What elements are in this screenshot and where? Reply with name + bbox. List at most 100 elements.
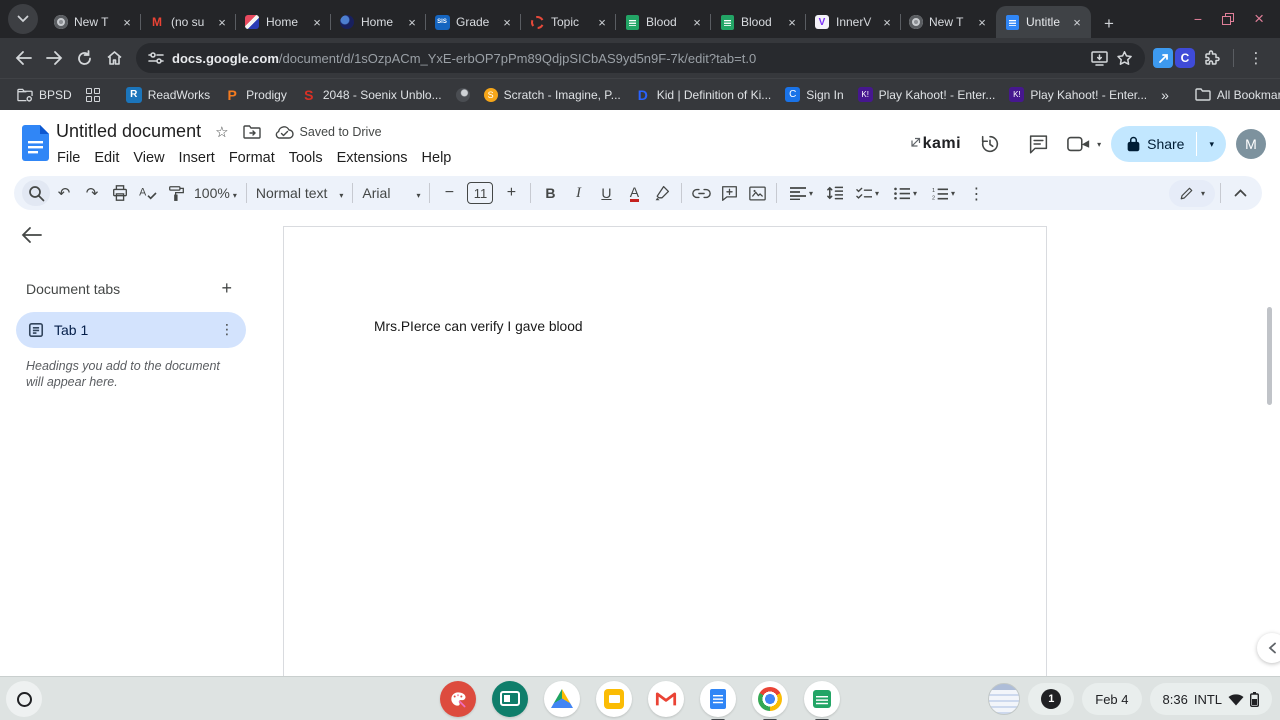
insert-link-icon[interactable] [687,180,715,206]
paragraph-style-control[interactable]: Normal text ▾ [252,185,348,201]
meet-button[interactable]: ▾ [1067,135,1101,153]
add-comment-icon[interactable] [715,180,743,206]
google-sheets-app[interactable] [804,680,840,720]
insert-image-icon[interactable] [743,180,771,206]
browser-tab[interactable]: Home × [331,6,426,38]
bookmark-prodigy[interactable]: P Prodigy [217,83,294,107]
bookmark-scratch[interactable]: S Scratch - Imagine, P... [477,83,628,107]
notification-tray[interactable]: 1 [1028,683,1075,715]
zoom-control[interactable]: 100% ▾ [190,185,241,201]
browser-tab[interactable]: V InnerV × [806,6,901,38]
bold-icon[interactable]: B [536,180,564,206]
site-info-icon[interactable] [148,51,164,65]
browser-menu-icon[interactable]: ⋮ [1242,44,1270,72]
status-tray[interactable]: 8:36 INTL [1149,683,1272,715]
document-page[interactable]: Mrs.PIerce can verify I gave blood [283,226,1047,676]
kami-button[interactable]: kami [911,135,961,153]
install-app-icon[interactable] [1091,50,1108,66]
back-button[interactable] [10,44,38,72]
tab-close-icon[interactable]: × [689,14,705,30]
tab-close-icon[interactable]: × [594,14,610,30]
share-dropdown[interactable]: ▾ [1197,126,1226,162]
forward-button[interactable] [40,44,68,72]
menu-help[interactable]: Help [415,147,459,169]
google-chrome-app[interactable] [752,680,788,720]
decrease-font-icon[interactable]: − [435,180,463,206]
new-tab-button[interactable]: + [1095,10,1123,38]
move-folder-icon[interactable] [242,124,261,139]
more-options-icon[interactable]: ⋮ [962,180,990,206]
comment-history-icon[interactable] [1019,125,1057,163]
scrollbar[interactable] [1267,307,1272,405]
side-panel-collapse-button[interactable] [1257,633,1280,663]
bookmark-readworks[interactable]: R ReadWorks [119,83,217,107]
menu-edit[interactable]: Edit [87,147,126,169]
all-bookmarks-button[interactable]: All Bookmarks [1188,83,1280,107]
add-tab-button[interactable]: + [221,278,232,299]
menu-view[interactable]: View [126,147,171,169]
bookmark-2048[interactable]: S 2048 - Soenix Unblo... [294,83,449,107]
bookmark-folder-bpsd[interactable]: BPSD [10,83,79,107]
italic-icon[interactable]: I [564,180,592,206]
gmail-app[interactable] [648,680,684,717]
print-icon[interactable] [106,180,134,206]
version-history-icon[interactable] [971,125,1009,163]
browser-tab[interactable]: Blood × [711,6,806,38]
browser-tab[interactable]: Home × [236,6,331,38]
address-bar[interactable]: docs.google.com/document/d/1sOzpACm_YxE-… [136,43,1145,73]
tab-close-icon[interactable]: × [214,14,230,30]
browser-tab[interactable]: Topic × [521,6,616,38]
redo-icon[interactable]: ↷ [78,180,106,206]
bookmark-apps[interactable] [79,83,107,107]
bookmark-kahoot-2[interactable]: K! Play Kahoot! - Enter... [1002,83,1154,107]
document-title[interactable]: Untitled document [56,121,201,142]
restore-button[interactable] [1222,13,1235,25]
window-preview-thumbnail[interactable] [988,683,1021,715]
menu-file[interactable]: File [50,147,87,169]
menu-format[interactable]: Format [222,147,282,169]
align-icon[interactable]: ▾ [782,180,820,206]
google-slides-app[interactable] [596,680,632,717]
bookmark-globe[interactable] [449,83,477,107]
star-icon[interactable]: ☆ [215,123,228,141]
save-status[interactable]: Saved to Drive [275,125,382,139]
calendar-button[interactable]: Feb 4 [1082,683,1142,715]
bookmark-clever-signin[interactable]: C Sign In [778,83,850,107]
hide-menus-icon[interactable] [1226,180,1254,206]
underline-icon[interactable]: U [592,180,620,206]
reload-button[interactable] [70,44,98,72]
extensions-puzzle-icon[interactable] [1197,44,1225,72]
tab-search-button[interactable] [8,4,38,34]
share-button[interactable]: Share ▾ [1111,126,1226,162]
tab-close-icon[interactable]: × [119,14,135,30]
browser-tab[interactable]: New T × [901,6,996,38]
close-window-button[interactable]: × [1254,9,1264,29]
paint-format-icon[interactable] [162,180,190,206]
increase-font-icon[interactable]: + [497,180,525,206]
menu-insert[interactable]: Insert [172,147,222,169]
chrome-canvas-app[interactable] [440,680,476,717]
text-color-icon[interactable]: A [620,180,648,206]
bookmark-kahoot-1[interactable]: K! Play Kahoot! - Enter... [851,83,1003,107]
tab-close-icon[interactable]: × [784,14,800,30]
google-drive-app[interactable] [544,680,580,717]
editing-mode-button[interactable]: ▾ [1168,179,1215,207]
checklist-icon[interactable]: ▾ [848,180,886,206]
search-menus-icon[interactable] [22,180,50,206]
document-text[interactable]: Mrs.PIerce can verify I gave blood [374,319,583,334]
spellcheck-icon[interactable]: A [134,180,162,206]
tab-close-icon[interactable]: × [974,14,990,30]
home-button[interactable] [100,44,128,72]
tab-close-icon[interactable]: × [404,14,420,30]
tab-close-icon[interactable]: × [879,14,895,30]
bookmark-star-icon[interactable] [1116,50,1133,67]
highlight-color-icon[interactable] [648,180,676,206]
tab-close-icon[interactable]: × [1069,14,1085,30]
menu-tools[interactable]: Tools [282,147,330,169]
browser-tab[interactable]: Blood × [616,6,711,38]
font-size-field[interactable]: 11 [467,182,494,204]
clever-extension-icon[interactable]: C [1175,48,1195,68]
bulleted-list-icon[interactable]: ▾ [886,180,924,206]
numbered-list-icon[interactable]: 1 2 ▾ [924,180,962,206]
browser-tab-active[interactable]: Untitle × [996,6,1091,38]
